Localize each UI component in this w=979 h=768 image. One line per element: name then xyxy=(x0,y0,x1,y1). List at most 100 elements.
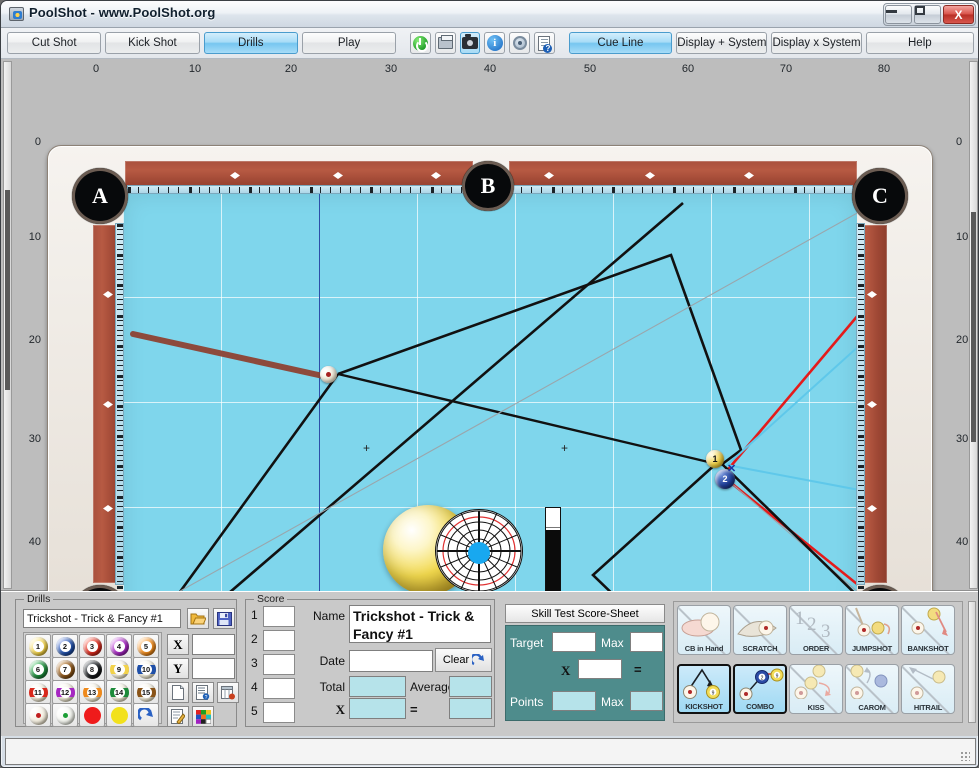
score-input-1[interactable] xyxy=(263,606,295,627)
target-input[interactable] xyxy=(552,632,596,652)
table-cloth[interactable]: + + 1 2 ✕ xyxy=(123,193,857,635)
score-input-2[interactable] xyxy=(263,630,295,651)
tab-drills[interactable]: Drills xyxy=(203,32,298,54)
score-row-number: 2 xyxy=(251,632,258,646)
ball-button-15[interactable]: 15 xyxy=(133,680,159,704)
redo-arrow-icon[interactable] xyxy=(133,703,159,727)
speed-meter[interactable] xyxy=(545,507,561,593)
mode-hitrail[interactable]: HITRAIL xyxy=(901,664,955,714)
tab-play[interactable]: Play xyxy=(301,32,397,54)
power-icon[interactable] xyxy=(409,32,431,54)
ball-button-cue-green[interactable] xyxy=(52,703,78,727)
pocket-a[interactable]: A xyxy=(72,168,128,224)
doc-help-icon[interactable] xyxy=(534,32,555,54)
close-icon: X xyxy=(954,7,963,22)
ball-button-2[interactable]: 2 xyxy=(52,634,78,658)
table-settings-icon[interactable] xyxy=(217,682,239,703)
help-button[interactable]: Help xyxy=(865,32,975,54)
ruler-right-tick: 40 xyxy=(956,536,969,548)
score-row-number: 1 xyxy=(251,608,258,622)
doc-help-icon[interactable]: ? xyxy=(192,682,214,703)
tab-kick-shot[interactable]: Kick Shot xyxy=(105,32,200,54)
skill-test-panel: Target Max X = Points Max xyxy=(505,625,665,721)
ball-button-cue-red[interactable] xyxy=(25,703,51,727)
display-plus-system-button[interactable]: Display + System xyxy=(676,32,768,54)
ball-button-3[interactable]: 3 xyxy=(79,634,105,658)
resize-grip-icon[interactable] xyxy=(960,751,970,761)
ball-button-yellow-plain[interactable] xyxy=(106,703,132,727)
title-bar: PoolShot - www.PoolShot.org X xyxy=(1,1,978,28)
floppy-save-icon[interactable] xyxy=(213,608,235,629)
mode-cb-in-hand[interactable]: CB in Hand xyxy=(677,605,731,655)
ball-button-6[interactable]: 6 xyxy=(25,657,51,681)
camera-icon[interactable] xyxy=(459,32,481,54)
score-input-4[interactable] xyxy=(263,678,295,699)
edit-note-icon[interactable] xyxy=(167,706,189,727)
ball-button-10[interactable]: 10 xyxy=(133,657,159,681)
ball-1[interactable]: 1 xyxy=(706,450,724,468)
score-input-3[interactable] xyxy=(263,654,295,675)
mode-bankshot[interactable]: BANKSHOT xyxy=(901,605,955,655)
drill-name-input[interactable]: Trickshot - Trick & Fancy #1 xyxy=(23,609,181,628)
ball-button-9[interactable]: 9 xyxy=(106,657,132,681)
tab-cut-shot[interactable]: Cut Shot xyxy=(7,32,102,54)
ruler-top-tick: 80 xyxy=(877,63,891,75)
cue-line-button[interactable]: Cue Line xyxy=(568,32,673,54)
ruler-left-tick: 10 xyxy=(28,231,41,243)
score-x-value[interactable] xyxy=(349,698,406,719)
max-value-2[interactable] xyxy=(630,691,663,711)
display-x-system-button[interactable]: Display x System xyxy=(771,32,862,54)
mode-combo[interactable]: 2 9 COMBO xyxy=(733,664,787,714)
name-label: Name xyxy=(312,609,345,623)
maximize-button[interactable] xyxy=(914,5,941,24)
ball-button-13[interactable]: 13 xyxy=(79,680,105,704)
y-coordinate-button[interactable]: Y xyxy=(167,658,189,679)
x-coordinate-button[interactable]: X xyxy=(167,634,189,655)
undo-arrow-icon xyxy=(472,654,485,666)
ball-button-red-plain[interactable] xyxy=(79,703,105,727)
ball-button-5[interactable]: 5 xyxy=(133,634,159,658)
clear-button[interactable]: Clear xyxy=(435,648,492,672)
ruler-right-tick: 0 xyxy=(956,136,963,148)
score-row-number: 4 xyxy=(251,680,258,694)
skill-x-input[interactable] xyxy=(578,659,622,679)
points-value xyxy=(552,691,596,711)
ball-button-1[interactable]: 1 xyxy=(25,634,51,658)
pocket-b[interactable]: B xyxy=(462,161,514,211)
skill-test-score-sheet-button[interactable]: Skill Test Score-Sheet xyxy=(505,604,665,623)
ball-button-8[interactable]: 8 xyxy=(79,657,105,681)
minimize-button[interactable] xyxy=(885,5,912,24)
new-page-icon[interactable] xyxy=(167,682,189,703)
score-input-5[interactable] xyxy=(263,702,295,723)
mode-kickshot[interactable]: 9 KICKSHOT xyxy=(677,664,731,714)
mode-scratch[interactable]: SCRATCH xyxy=(733,605,787,655)
average-value xyxy=(449,676,492,697)
mode-carom[interactable]: CAROM xyxy=(845,664,899,714)
ruler-left-tick: 0 xyxy=(34,136,41,148)
mode-kiss[interactable]: KISS xyxy=(789,664,843,714)
mode-panel-scrollbar[interactable] xyxy=(968,601,976,723)
ball-button-7[interactable]: 7 xyxy=(52,657,78,681)
ball-button-4[interactable]: 4 xyxy=(106,634,132,658)
pool-table[interactable]: + + 1 2 ✕ A B C xyxy=(47,145,933,663)
english-spin-wheel[interactable] xyxy=(435,509,523,593)
close-button[interactable]: X xyxy=(943,5,974,24)
cue-ball[interactable] xyxy=(320,366,337,383)
ball-button-12[interactable]: 12 xyxy=(52,680,78,704)
settings-gear-icon[interactable] xyxy=(509,32,531,54)
clear-label: Clear xyxy=(442,654,470,666)
date-input[interactable] xyxy=(349,650,433,672)
mode-jumpshot[interactable]: JUMPSHOT xyxy=(845,605,899,655)
score-name-input[interactable]: Trickshot - Trick & Fancy #1 xyxy=(349,605,491,643)
color-palette-icon[interactable] xyxy=(192,706,214,727)
mode-order[interactable]: 1 2 3 ORDER xyxy=(789,605,843,655)
info-icon[interactable]: i xyxy=(484,32,506,54)
pocket-c[interactable]: C xyxy=(852,168,908,224)
folder-open-icon[interactable] xyxy=(187,608,209,629)
y-coordinate-input[interactable] xyxy=(192,658,235,679)
print-icon[interactable] xyxy=(434,32,456,54)
max-input-1[interactable] xyxy=(630,632,663,652)
x-coordinate-input[interactable] xyxy=(192,634,235,655)
ball-button-11[interactable]: 11 xyxy=(25,680,51,704)
ball-button-14[interactable]: 14 xyxy=(106,680,132,704)
